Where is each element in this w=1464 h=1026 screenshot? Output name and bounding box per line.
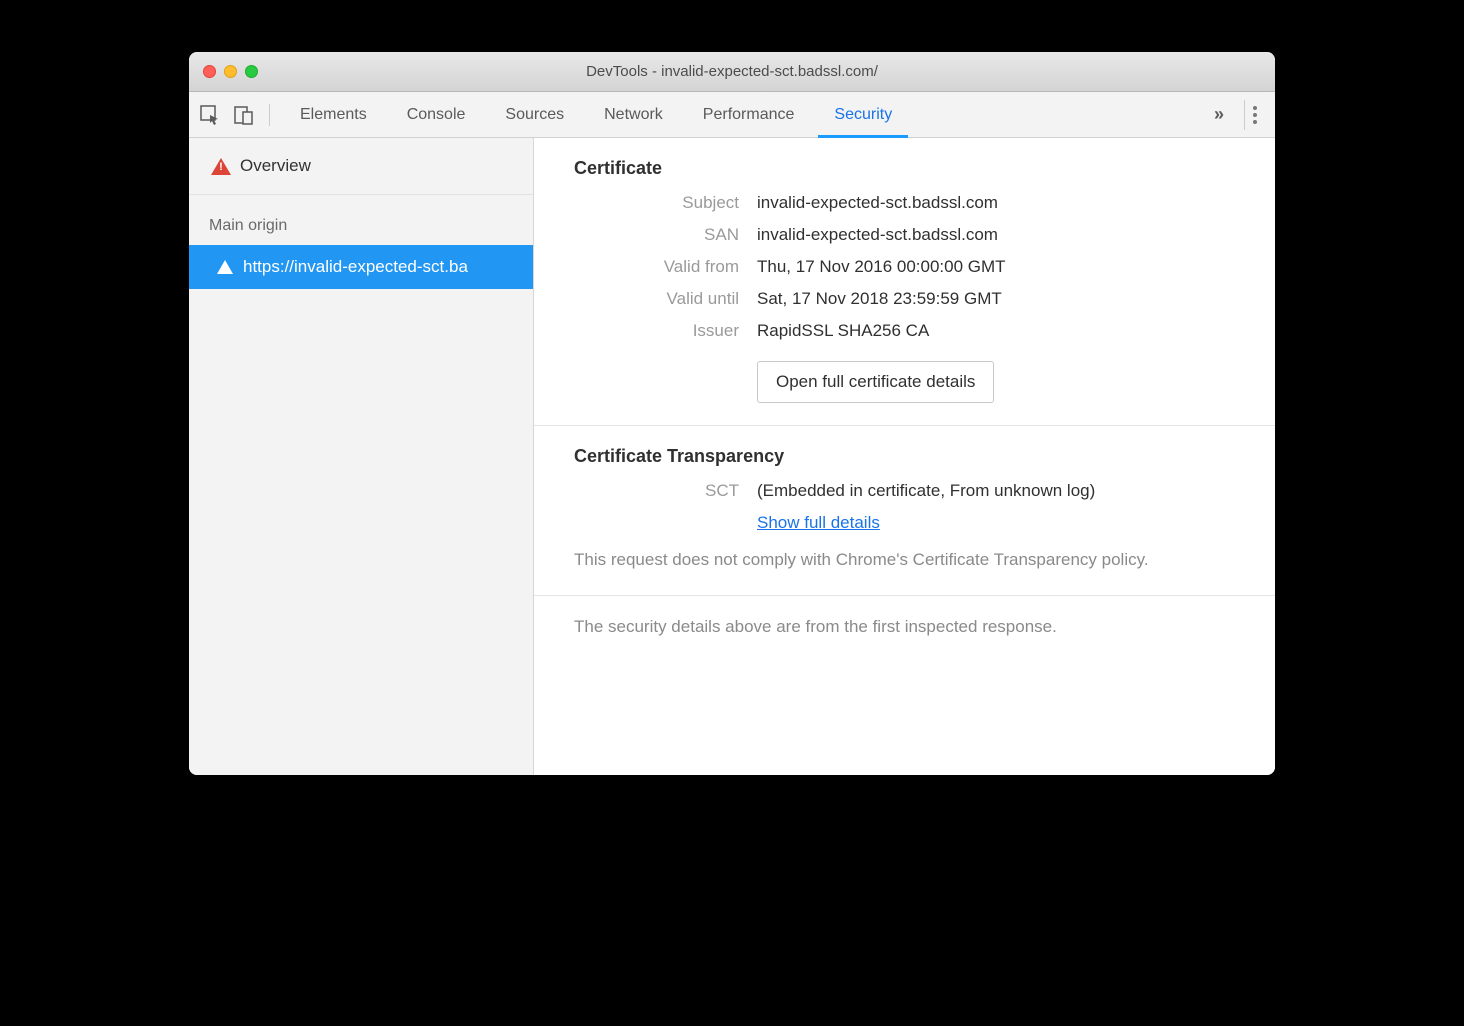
- origin-url: https://invalid-expected-sct.ba: [243, 257, 468, 277]
- valid-from-label: Valid from: [574, 257, 739, 277]
- tab-performance[interactable]: Performance: [683, 92, 815, 138]
- tab-elements[interactable]: Elements: [280, 92, 387, 138]
- ct-compliance-note: This request does not comply with Chrome…: [574, 547, 1235, 573]
- tab-console[interactable]: Console: [387, 92, 486, 138]
- sidebar-overview[interactable]: Overview: [189, 138, 533, 195]
- valid-until-label: Valid until: [574, 289, 739, 309]
- sidebar: Overview Main origin https://invalid-exp…: [189, 138, 534, 775]
- main-panel: Certificate Subject invalid-expected-sct…: [534, 138, 1275, 775]
- inspect-element-icon[interactable]: [199, 104, 221, 126]
- valid-until-value: Sat, 17 Nov 2018 23:59:59 GMT: [757, 289, 1235, 309]
- san-label: SAN: [574, 225, 739, 245]
- footer-note: The security details above are from the …: [574, 614, 1235, 640]
- warning-triangle-icon: [211, 158, 231, 175]
- issuer-value: RapidSSL SHA256 CA: [757, 321, 1235, 341]
- toolbar: Elements Console Sources Network Perform…: [189, 92, 1275, 138]
- certificate-section: Certificate Subject invalid-expected-sct…: [534, 138, 1275, 426]
- main-origin-label: Main origin: [189, 195, 533, 245]
- devtools-window: DevTools - invalid-expected-sct.badssl.c…: [189, 52, 1275, 775]
- maximize-button[interactable]: [245, 65, 258, 78]
- footer-note-section: The security details above are from the …: [534, 596, 1275, 662]
- origin-item[interactable]: https://invalid-expected-sct.ba: [189, 245, 533, 289]
- ct-title: Certificate Transparency: [574, 446, 1235, 467]
- issuer-label: Issuer: [574, 321, 739, 341]
- subject-label: Subject: [574, 193, 739, 213]
- tab-security[interactable]: Security: [814, 92, 912, 138]
- sct-label: SCT: [574, 481, 739, 501]
- more-options-icon[interactable]: [1244, 100, 1265, 130]
- sct-value: (Embedded in certificate, From unknown l…: [757, 481, 1235, 501]
- certificate-title: Certificate: [574, 158, 1235, 179]
- window-title: DevTools - invalid-expected-sct.badssl.c…: [189, 63, 1275, 80]
- subject-value: invalid-expected-sct.badssl.com: [757, 193, 1235, 213]
- open-certificate-button[interactable]: Open full certificate details: [757, 361, 994, 403]
- san-value: invalid-expected-sct.badssl.com: [757, 225, 1235, 245]
- show-full-details-link[interactable]: Show full details: [757, 513, 880, 532]
- device-toolbar-icon[interactable]: [233, 104, 255, 126]
- tab-sources[interactable]: Sources: [485, 92, 584, 138]
- titlebar: DevTools - invalid-expected-sct.badssl.c…: [189, 52, 1275, 92]
- valid-from-value: Thu, 17 Nov 2016 00:00:00 GMT: [757, 257, 1235, 277]
- close-button[interactable]: [203, 65, 216, 78]
- triangle-icon: [217, 260, 233, 274]
- tab-network[interactable]: Network: [584, 92, 683, 138]
- ct-section: Certificate Transparency SCT (Embedded i…: [534, 426, 1275, 596]
- overview-label: Overview: [240, 156, 311, 176]
- tabs-overflow-icon[interactable]: »: [1214, 104, 1224, 125]
- traffic-lights: [189, 65, 258, 78]
- tab-bar: Elements Console Sources Network Perform…: [280, 92, 1202, 138]
- minimize-button[interactable]: [224, 65, 237, 78]
